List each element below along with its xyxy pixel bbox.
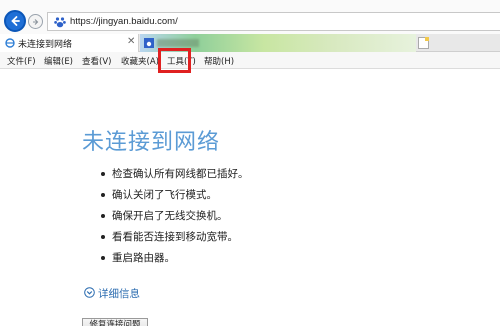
- address-bar-row: https://jingyan.baidu.com/: [0, 0, 500, 34]
- new-tab-icon[interactable]: [418, 37, 429, 49]
- back-arrow-icon: [11, 16, 20, 26]
- list-item: 确认关闭了飞行模式。: [100, 187, 249, 208]
- ie-page-icon: [5, 38, 15, 48]
- list-item: 检查确认所有网线都已插好。: [100, 166, 249, 187]
- menu-edit[interactable]: 编辑(E): [44, 55, 73, 67]
- chevron-down-circle-icon: [84, 287, 95, 298]
- list-item: 重启路由器。: [100, 250, 249, 271]
- forward-button[interactable]: [28, 14, 43, 29]
- url-text: https://jingyan.baidu.com/: [70, 16, 178, 27]
- site-icon: [144, 38, 154, 48]
- blurred-tab-title: [157, 39, 199, 47]
- details-label: 详细信息: [98, 288, 140, 300]
- fix-connection-button[interactable]: 修复连接问题: [82, 318, 148, 326]
- menu-favorites[interactable]: 收藏夹(A): [121, 55, 159, 67]
- menu-bar: 文件(F) 编辑(E) 查看(V) 收藏夹(A) 工具(T) 帮助(H): [0, 52, 500, 69]
- back-button[interactable]: [4, 10, 26, 32]
- tab-active[interactable]: 未连接到网络 ✕: [0, 34, 139, 52]
- error-title: 未连接到网络: [82, 130, 221, 155]
- forward-arrow-icon: [32, 18, 38, 25]
- menu-view[interactable]: 查看(V): [82, 55, 111, 67]
- url-input[interactable]: https://jingyan.baidu.com/: [47, 12, 500, 31]
- tab-bar: 未连接到网络 ✕: [0, 34, 500, 52]
- menu-help[interactable]: 帮助(H): [204, 55, 234, 67]
- list-item: 确保开启了无线交换机。: [100, 208, 249, 229]
- site-icon: [54, 17, 66, 28]
- tips-list: 检查确认所有网线都已插好。 确认关闭了飞行模式。 确保开启了无线交换机。 看看能…: [100, 166, 249, 271]
- menu-file[interactable]: 文件(F): [7, 55, 36, 67]
- list-item: 看看能否连接到移动宽带。: [100, 229, 249, 250]
- tab-close-icon[interactable]: ✕: [127, 36, 135, 47]
- tab-label: 未连接到网络: [18, 40, 73, 50]
- tools-highlight-box: [158, 48, 191, 73]
